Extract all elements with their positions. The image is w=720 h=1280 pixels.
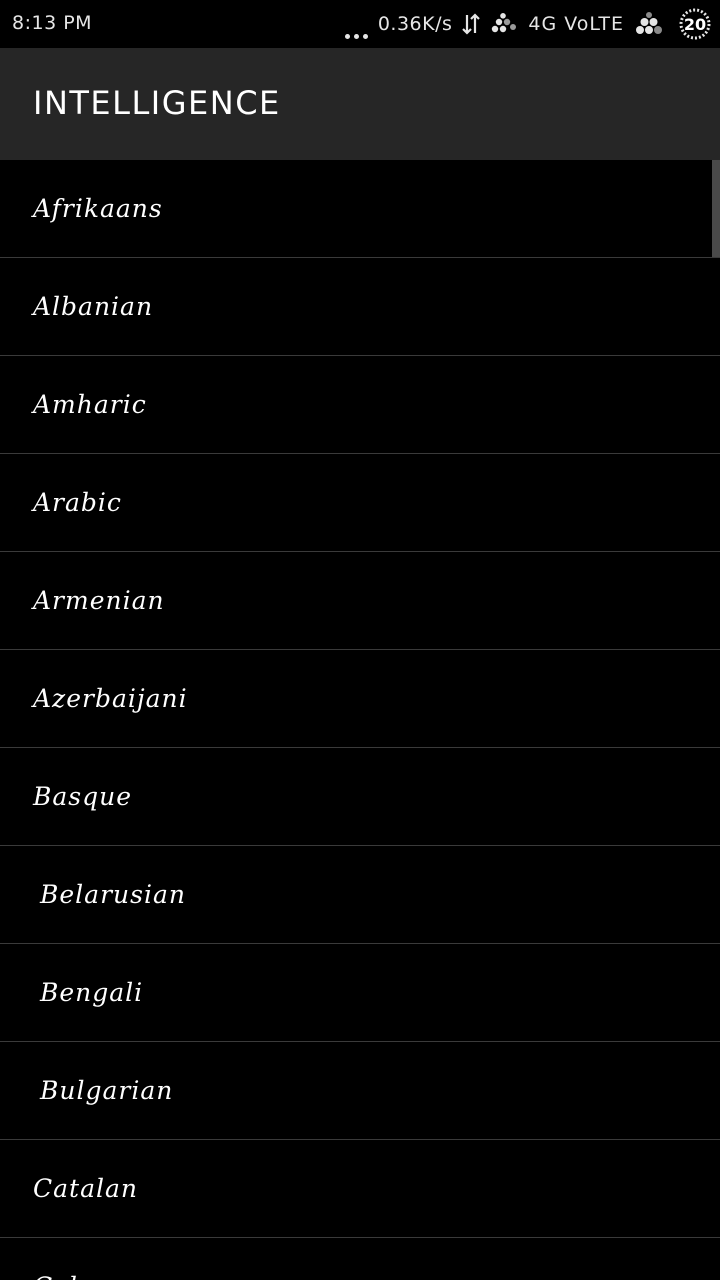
list-item-azerbaijani[interactable]: Azerbaijani [0,650,720,748]
status-bar: 8:13 PM 0.36K/s 4G VoLTE 20 [0,0,720,48]
list-item-label: Basque [33,782,133,811]
list-item-label: Albanian [33,292,154,321]
net-speed: 0.36K/s [377,13,453,35]
list-item-basque[interactable]: Basque [0,748,720,846]
screen: 8:13 PM 0.36K/s 4G VoLTE 20 INTELLIGENCE… [0,0,720,1280]
language-list: Afrikaans Albanian Amharic Arabic Armeni… [0,160,720,1280]
status-time: 8:13 PM [12,12,93,34]
scrollbar[interactable] [712,160,720,257]
signal-icon-2 [634,12,668,36]
list-item-belarusian[interactable]: Belarusian [0,846,720,944]
network-label: 4G VoLTE [528,13,624,35]
list-item-afrikaans[interactable]: Afrikaans [0,160,720,258]
list-item-label: Arabic [33,488,122,517]
data-arrows-icon [462,13,481,35]
list-item-albanian[interactable]: Albanian [0,258,720,356]
list-item-label: Amharic [33,390,147,419]
list-item-bulgarian[interactable]: Bulgarian [0,1042,720,1140]
list-item-label: Belarusian [40,880,186,909]
list-item-cebuano[interactable]: Cebuano [0,1238,720,1280]
list-item-label: Azerbaijani [33,684,188,713]
page-title: INTELLIGENCE [33,84,281,122]
battery-level: 20 [684,15,706,34]
list-item-arabic[interactable]: Arabic [0,454,720,552]
list-item-label: Cebuano [33,1272,152,1280]
list-item-catalan[interactable]: Catalan [0,1140,720,1238]
list-item-armenian[interactable]: Armenian [0,552,720,650]
list-item-label: Afrikaans [33,194,163,223]
list-item-label: Catalan [33,1174,138,1203]
status-right: 0.36K/s 4G VoLTE 20 [344,7,712,41]
battery-icon: 20 [678,7,712,41]
list-item-amharic[interactable]: Amharic [0,356,720,454]
signal-icon [490,13,518,35]
app-bar: INTELLIGENCE [0,48,720,160]
list-item-label: Armenian [33,586,165,615]
list-item-label: Bengali [40,978,144,1007]
more-dots-icon [344,9,368,39]
list-item-label: Bulgarian [40,1076,174,1105]
list-item-bengali[interactable]: Bengali [0,944,720,1042]
